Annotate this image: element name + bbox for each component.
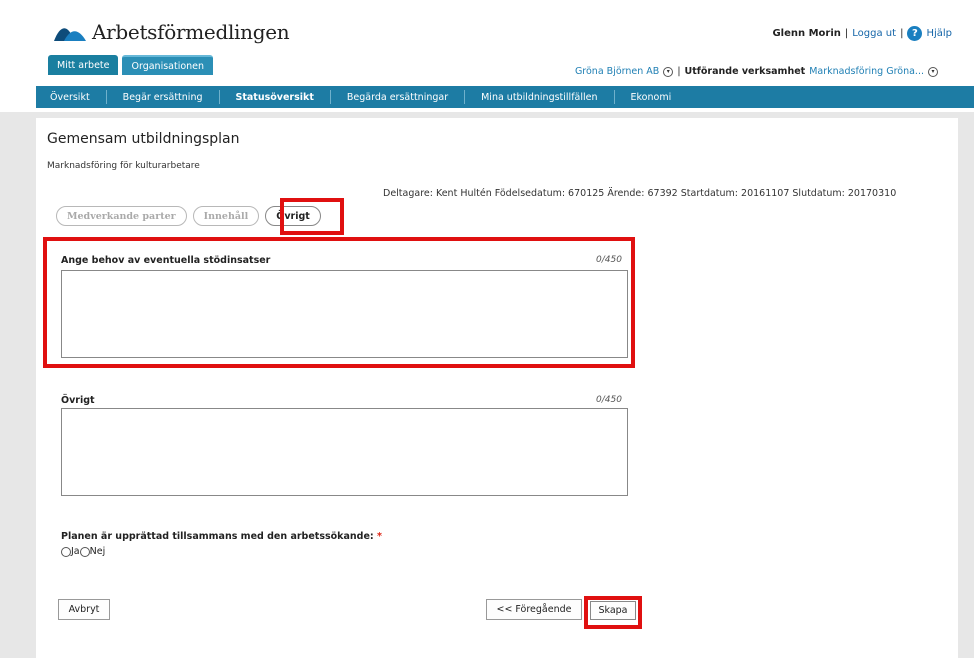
- nav-begar-ersattning[interactable]: Begär ersättning: [107, 90, 220, 104]
- help-icon[interactable]: ?: [907, 26, 923, 41]
- logo-icon: [54, 21, 86, 43]
- page-subtitle: Marknadsföring för kulturarbetare: [47, 161, 200, 171]
- page-title: Gemensam utbildningsplan: [47, 131, 240, 147]
- plan-radio-group: Ja Nej: [61, 546, 105, 557]
- plan-question-text: Planen är upprättad tillsammans med den …: [61, 531, 374, 542]
- tab-organisationen[interactable]: Organisationen: [122, 55, 214, 75]
- radio-nej[interactable]: [79, 546, 90, 557]
- step-medverkande-parter[interactable]: Medverkande parter: [56, 206, 187, 226]
- tab-mitt-arbete[interactable]: Mitt arbete: [48, 55, 119, 75]
- logo[interactable]: Arbetsförmedlingen: [54, 20, 290, 44]
- nav-mina-utbildningstillfallen[interactable]: Mina utbildningstillfällen: [465, 90, 615, 104]
- separator: |: [900, 28, 904, 39]
- main-nav: Översikt Begär ersättning Statusöversikt…: [36, 86, 974, 108]
- company-selector[interactable]: Gröna Björnen AB: [575, 66, 659, 77]
- cancel-button[interactable]: Avbryt: [58, 599, 110, 620]
- create-button[interactable]: Skapa: [590, 601, 636, 620]
- user-area: Glenn Morin | Logga ut | ? Hjälp: [772, 26, 952, 41]
- nav-statusoversikt[interactable]: Statusöversikt: [220, 90, 331, 104]
- logout-link[interactable]: Logga ut: [852, 28, 896, 39]
- separator: |: [844, 28, 849, 39]
- help-link[interactable]: Hjälp: [926, 28, 952, 39]
- verksamhet-selector[interactable]: Marknadsföring Gröna...: [809, 66, 924, 77]
- ovrigt-counter: 0/450: [596, 395, 622, 405]
- page-frame-right: [958, 118, 974, 658]
- page-frame-top: [0, 112, 974, 118]
- radio-ja[interactable]: [61, 546, 71, 557]
- plan-question-label: Planen är upprättad tillsammans med den …: [61, 531, 382, 542]
- stod-label: Ange behov av eventuella stödinsatser: [61, 255, 271, 266]
- stod-counter: 0/450: [596, 255, 622, 265]
- required-mark: *: [377, 531, 382, 542]
- nav-begarda-ersattningar[interactable]: Begärda ersättningar: [331, 90, 466, 104]
- logo-text: Arbetsförmedlingen: [92, 20, 290, 44]
- highlight-step-ovrigt: [280, 198, 344, 235]
- page-frame-left: [0, 118, 36, 658]
- radio-ja-label[interactable]: Ja: [71, 546, 80, 557]
- org-bar: Gröna Björnen AB ▾ | Utförande verksamhe…: [575, 66, 938, 77]
- user-name: Glenn Morin: [772, 28, 841, 39]
- chevron-down-icon[interactable]: ▾: [928, 66, 938, 77]
- previous-button[interactable]: << Föregående: [486, 599, 582, 620]
- ovrigt-textarea[interactable]: [61, 408, 628, 496]
- top-tabs: Mitt arbete Organisationen: [48, 55, 214, 75]
- step-innehall[interactable]: Innehåll: [192, 206, 260, 226]
- ovrigt-label: Övrigt: [61, 395, 95, 406]
- nav-ekonomi[interactable]: Ekonomi: [615, 90, 688, 104]
- radio-nej-label[interactable]: Nej: [90, 546, 106, 557]
- stod-textarea[interactable]: [61, 270, 628, 358]
- chevron-down-icon[interactable]: ▾: [663, 66, 674, 77]
- participant-info: Deltagare: Kent Hultén Födelsedatum: 670…: [383, 188, 897, 199]
- nav-oversikt[interactable]: Översikt: [50, 90, 107, 104]
- separator: |: [677, 66, 681, 77]
- verksamhet-label: Utförande verksamhet: [684, 66, 806, 77]
